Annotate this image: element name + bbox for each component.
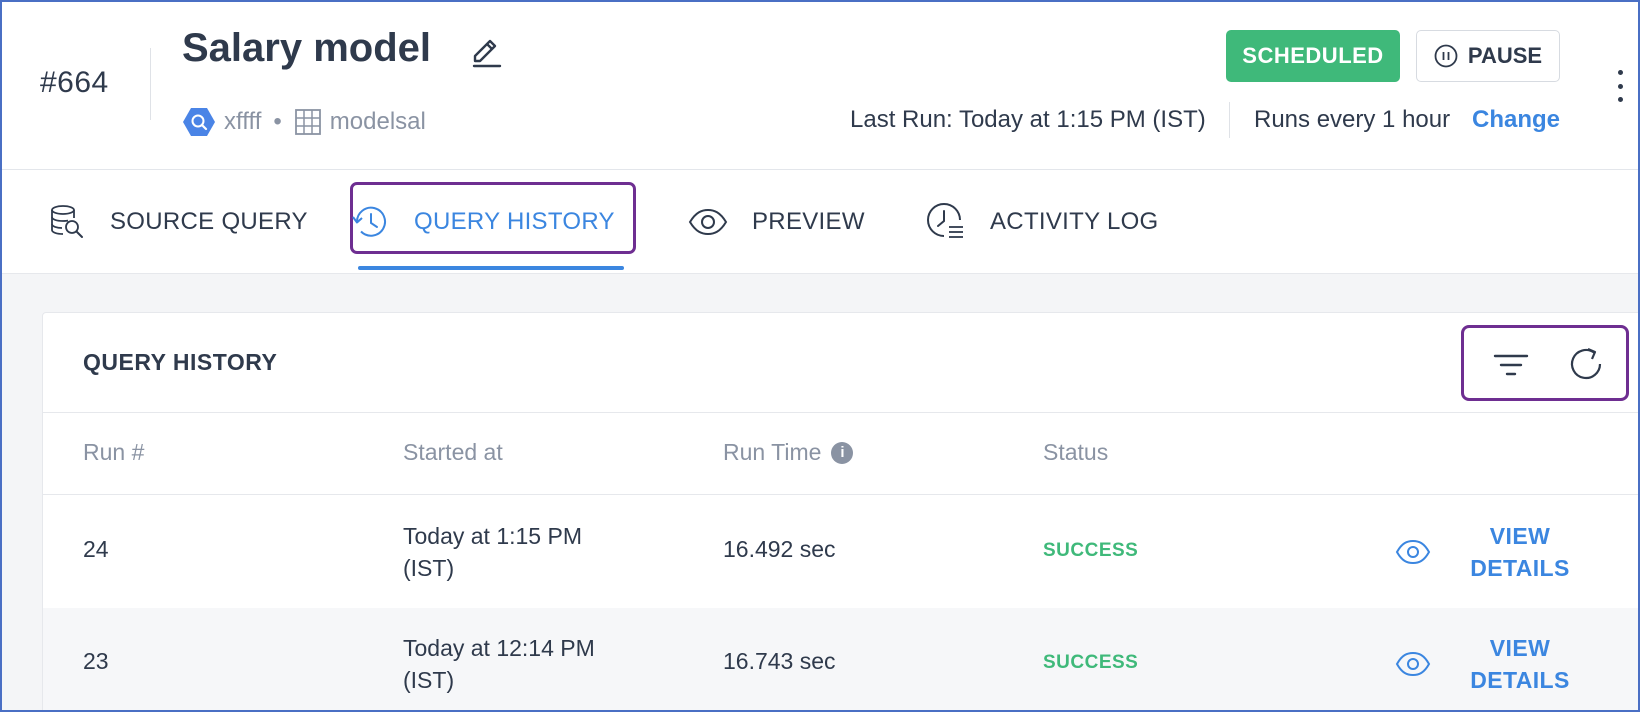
pause-icon: [1434, 44, 1458, 68]
content-area: QUERY HISTORY Run # Started at Run Time …: [2, 274, 1638, 710]
started-at-zone: (IST): [403, 667, 455, 693]
model-meta: xffff • modelsal: [182, 106, 426, 138]
column-label-run: Run #: [83, 439, 145, 465]
tab-activity-log-label: ACTIVITY LOG: [990, 208, 1159, 235]
bigquery-icon: [183, 108, 215, 136]
pause-button[interactable]: PAUSE: [1416, 30, 1560, 82]
clock-list-icon: [927, 203, 963, 238]
tab-source-query[interactable]: SOURCE QUERY: [48, 170, 308, 274]
eye-icon: [688, 208, 728, 236]
started-at-time: Today at 12:14 PM: [403, 635, 595, 661]
model-title: Salary model: [182, 26, 432, 70]
view-details-button[interactable]: VIEW DETAILS: [1455, 520, 1585, 584]
status-label: SUCCESS: [1043, 540, 1139, 561]
table-name: modelsal: [329, 108, 426, 135]
tab-query-history-label: QUERY HISTORY: [414, 208, 615, 235]
status-label: SUCCESS: [1043, 652, 1139, 673]
eye-icon[interactable]: [1395, 650, 1431, 678]
status-badge: SCHEDULED: [1226, 30, 1400, 82]
pause-label: PAUSE: [1467, 43, 1543, 68]
tab-query-history[interactable]: QUERY HISTORY: [350, 170, 615, 274]
model-id: #664: [40, 66, 109, 99]
table-row: 23 Today at 12:14 PM (IST) 16.743 sec SU…: [43, 608, 1638, 710]
more-options-icon[interactable]: [1614, 70, 1626, 102]
view-details-label-line1: VIEW: [1489, 635, 1551, 661]
table-row: 24 Today at 1:15 PM (IST) 16.492 sec SUC…: [43, 496, 1638, 608]
table-header: Run # Started at Run Time i Status: [43, 413, 1638, 495]
history-icon: [352, 206, 386, 237]
tab-bar: SOURCE QUERY QUERY HISTORY PREVIEW ACTIV…: [2, 170, 1638, 274]
app-window: #664 Salary model xffff • modelsal Last …: [0, 0, 1640, 712]
last-run-text: Last Run: Today at 1:15 PM (IST): [850, 106, 1206, 133]
info-icon[interactable]: i: [831, 441, 854, 464]
run-number: 23: [83, 648, 109, 674]
source-name: xffff: [224, 108, 262, 135]
edit-pencil-icon[interactable]: [468, 34, 504, 70]
column-label-status: Status: [1043, 439, 1109, 465]
filter-icon[interactable]: [1491, 345, 1531, 385]
database-search-icon: [51, 205, 83, 238]
active-tab-indicator: [358, 266, 624, 270]
run-time: 16.492 sec: [723, 536, 836, 562]
tab-preview-label: PREVIEW: [752, 208, 865, 235]
tab-source-query-label: SOURCE QUERY: [110, 208, 308, 235]
column-header-started: Started at: [403, 439, 503, 466]
column-header-runtime: Run Time i: [723, 439, 854, 466]
column-header-run: Run #: [83, 439, 144, 466]
run-number: 24: [83, 536, 109, 562]
card-header: QUERY HISTORY: [43, 313, 1638, 413]
card-title: QUERY HISTORY: [83, 349, 278, 375]
view-details-button[interactable]: VIEW DETAILS: [1455, 632, 1585, 696]
model-header: #664 Salary model xffff • modelsal Last …: [2, 2, 1638, 170]
query-history-card: QUERY HISTORY Run # Started at Run Time …: [42, 312, 1638, 710]
column-label-started: Started at: [403, 439, 503, 465]
table-grid-icon: [294, 109, 321, 135]
column-label-runtime: Run Time: [723, 439, 822, 465]
eye-icon[interactable]: [1395, 538, 1431, 566]
run-time: 16.743 sec: [723, 648, 836, 674]
column-header-status: Status: [1043, 439, 1108, 466]
started-at-time: Today at 1:15 PM: [403, 523, 582, 549]
meta-separator: •: [273, 108, 282, 135]
view-details-label-line2: DETAILS: [1470, 667, 1570, 693]
started-at-zone: (IST): [403, 555, 455, 581]
refresh-icon[interactable]: [1565, 343, 1607, 385]
schedule-frequency: Runs every 1 hour: [1254, 106, 1451, 133]
view-details-label-line2: DETAILS: [1470, 555, 1570, 581]
view-details-label-line1: VIEW: [1489, 523, 1551, 549]
header-divider: [150, 48, 151, 120]
tab-activity-log[interactable]: ACTIVITY LOG: [926, 170, 1159, 274]
schedule-divider: [1229, 102, 1230, 138]
started-at: Today at 1:15 PM (IST): [403, 520, 643, 584]
tab-preview[interactable]: PREVIEW: [688, 170, 865, 274]
change-schedule-link[interactable]: Change: [1472, 106, 1560, 134]
started-at: Today at 12:14 PM (IST): [403, 632, 643, 696]
